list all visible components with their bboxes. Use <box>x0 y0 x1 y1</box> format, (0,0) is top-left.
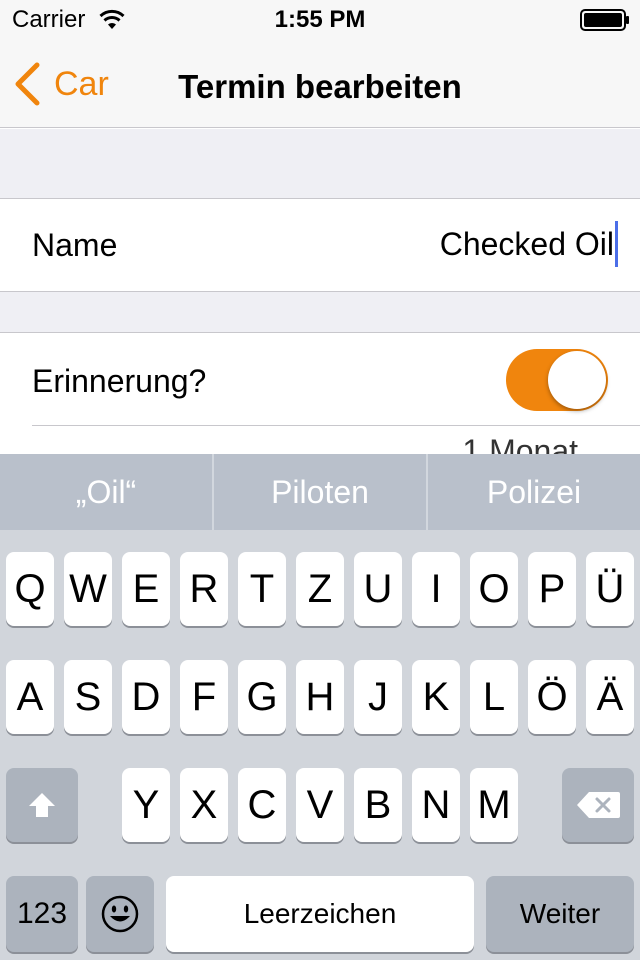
name-cell[interactable]: Name Checked Oil <box>0 198 640 292</box>
key-j[interactable]: J <box>354 660 402 734</box>
name-label: Name <box>32 227 118 263</box>
key-c[interactable]: C <box>238 768 286 842</box>
status-time: 1:55 PM <box>274 6 366 33</box>
shift-icon <box>27 791 57 819</box>
key-e[interactable]: E <box>122 552 170 626</box>
text-caret <box>615 221 618 267</box>
key-n[interactable]: N <box>412 768 460 842</box>
key-p[interactable]: P <box>528 552 576 626</box>
key-h[interactable]: H <box>296 660 344 734</box>
status-bar: Carrier 1:55 PM <box>0 0 640 40</box>
key-m[interactable]: M <box>470 768 518 842</box>
key-o-umlaut[interactable]: Ö <box>528 660 576 734</box>
key-a[interactable]: A <box>6 660 54 734</box>
key-q[interactable]: Q <box>6 552 54 626</box>
key-k[interactable]: K <box>412 660 460 734</box>
key-b[interactable]: B <box>354 768 402 842</box>
reminder-label: Erinnerung? <box>32 363 207 399</box>
key-t[interactable]: T <box>238 552 286 626</box>
key-a-umlaut[interactable]: Ä <box>586 660 634 734</box>
return-key[interactable]: Weiter <box>486 876 634 952</box>
emoji-icon <box>100 894 140 934</box>
delete-icon <box>575 790 621 820</box>
key-o[interactable]: O <box>470 552 518 626</box>
key-r[interactable]: R <box>180 552 228 626</box>
key-x[interactable]: X <box>180 768 228 842</box>
name-input-value: Checked Oil <box>439 225 614 262</box>
key-s[interactable]: S <box>64 660 112 734</box>
key-l[interactable]: L <box>470 660 518 734</box>
reminder-toggle[interactable] <box>506 349 608 411</box>
key-u-umlaut[interactable]: Ü <box>586 552 634 626</box>
page-title: Termin bearbeiten <box>178 68 462 105</box>
key-w[interactable]: W <box>64 552 112 626</box>
delete-key[interactable] <box>562 768 634 842</box>
cell-separator <box>32 425 640 426</box>
key-d[interactable]: D <box>122 660 170 734</box>
shift-key[interactable] <box>6 768 78 842</box>
predictive-text-bar: „Oil“ Piloten Polizei <box>0 454 640 530</box>
prediction-item-3[interactable]: Polizei <box>426 454 640 530</box>
key-i[interactable]: I <box>412 552 460 626</box>
battery-icon <box>580 9 630 31</box>
toggle-knob <box>548 351 606 409</box>
key-u[interactable]: U <box>354 552 402 626</box>
emoji-key[interactable] <box>86 876 154 952</box>
numbers-key[interactable]: 123 <box>6 876 78 952</box>
keyboard: Q W E R T Z U I O P Ü A S D F G H J K L … <box>0 530 640 960</box>
navigation-bar: Car Termin bearbeiten <box>0 40 640 128</box>
name-input[interactable]: Checked Oil <box>440 221 618 267</box>
key-v[interactable]: V <box>296 768 344 842</box>
space-key[interactable]: Leerzeichen <box>166 876 474 952</box>
reminder-cell: Erinnerung? 1 Monat <box>0 332 640 469</box>
prediction-item-1[interactable]: „Oil“ <box>0 454 212 530</box>
key-f[interactable]: F <box>180 660 228 734</box>
key-g[interactable]: G <box>238 660 286 734</box>
prediction-item-2[interactable]: Piloten <box>212 454 426 530</box>
key-y[interactable]: Y <box>122 768 170 842</box>
key-z[interactable]: Z <box>296 552 344 626</box>
